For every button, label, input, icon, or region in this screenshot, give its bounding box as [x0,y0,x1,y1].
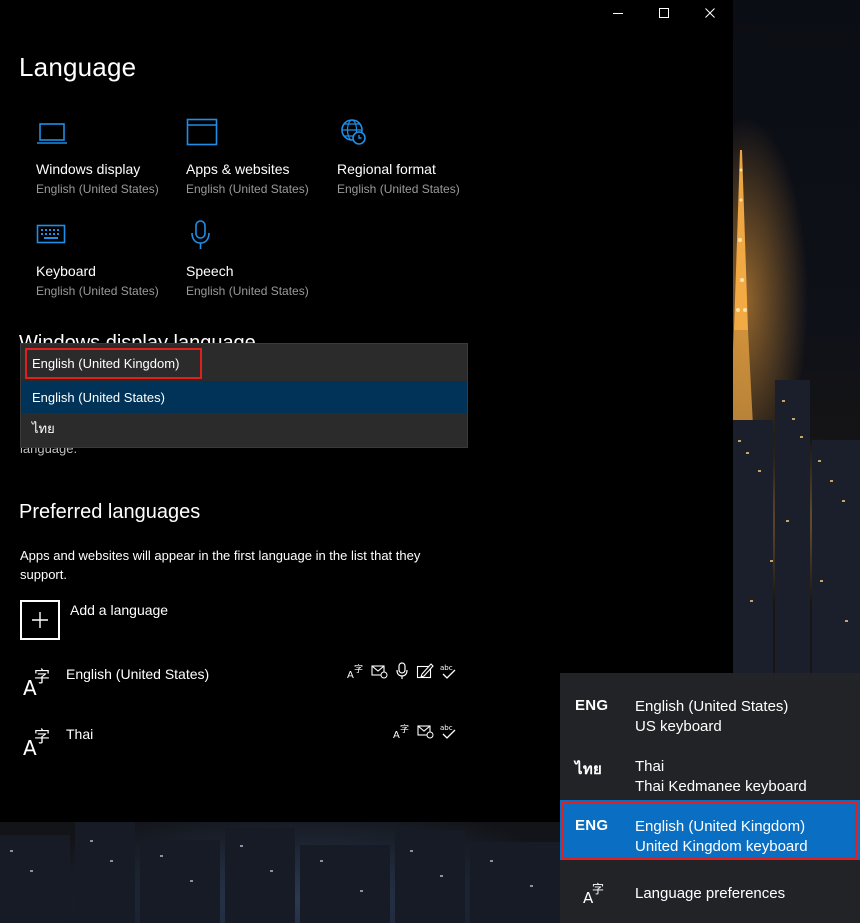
minimize-icon [613,13,623,14]
tile-label: Apps & websites [186,161,290,177]
language-glyph-icon: A 字 [582,879,608,907]
tile-label: Speech [186,263,234,279]
language-feature-icons: A字 abc [347,662,457,680]
input-method-keyboard: United Kingdom keyboard [635,838,808,855]
tile-value: English (United States) [36,182,159,196]
speech-recognition-icon [393,662,411,680]
browser-window-icon [186,117,218,149]
input-method-code: ENG [575,817,609,834]
close-button[interactable] [687,0,733,26]
svg-text:abc: abc [440,664,453,672]
dropdown-option[interactable]: ไทย [21,412,467,444]
input-method-item-active[interactable]: ENG English (United Kingdom) United King… [560,800,860,860]
plus-icon [32,612,48,628]
input-method-language: Thai [635,758,665,775]
input-method-code: ENG [575,697,609,714]
svg-text:字: 字 [34,667,50,686]
preferred-languages-description: Apps and websites will appear in the fir… [20,548,421,582]
page-title: Language [19,52,137,82]
tile-keyboard[interactable]: Keyboard English (United States) [36,219,186,309]
tile-label: Keyboard [36,263,96,279]
language-feature-icons: A字 abc [393,722,457,740]
tile-apps-websites[interactable]: Apps & websites English (United States) [186,117,336,207]
close-icon [705,8,715,18]
svg-text:abc: abc [440,724,453,732]
maximize-icon [659,8,669,18]
input-method-language: English (United Kingdom) [635,818,806,835]
tile-label: Windows display [36,161,141,177]
monitor-icon [36,117,68,149]
spelling-icon: abc [439,662,457,680]
text-to-speech-icon [416,722,434,740]
svg-text:字: 字 [34,727,50,746]
language-name: Thai [66,726,94,742]
globe-clock-icon [337,117,369,149]
spelling-icon: abc [439,722,457,740]
minimize-button[interactable] [595,0,641,26]
add-language-button[interactable] [20,600,60,640]
language-preferences-link[interactable]: A 字 Language preferences [560,870,860,920]
display-language-icon: A字 [393,722,411,740]
add-language-label[interactable]: Add a language [70,602,168,618]
text-to-speech-icon [370,662,388,680]
handwriting-icon [416,662,434,680]
input-method-item[interactable]: ไทย Thai Thai Kedmanee keyboard [560,740,860,800]
maximize-button[interactable] [641,0,687,26]
language-name: English (United States) [66,666,210,682]
dropdown-option-selected[interactable]: English (United States) [21,381,467,413]
preferred-language-item[interactable]: A 字 Thai A字 abc [20,722,465,772]
title-bar-controls [595,0,733,26]
tile-speech[interactable]: Speech English (United States) [186,219,336,309]
svg-text:字: 字 [354,663,363,675]
keyboard-icon [36,219,68,251]
tile-value: English (United States) [337,182,460,196]
tile-value: English (United States) [186,182,309,196]
input-method-code: ไทย [575,761,603,778]
tile-regional-format[interactable]: Regional format English (United States) [337,117,487,207]
preferred-languages-title: Preferred languages [19,501,201,523]
svg-text:A: A [347,670,354,680]
tile-windows-display[interactable]: Windows display English (United States) [36,117,186,207]
display-language-dropdown[interactable]: English (United Kingdom) English (United… [20,343,468,448]
microphone-icon [186,219,218,251]
tile-value: English (United States) [186,284,309,298]
svg-text:字: 字 [400,723,409,735]
display-language-icon: A字 [347,662,365,680]
input-method-item[interactable]: ENG English (United States) US keyboard [560,680,860,740]
input-language-flyout: ENG English (United States) US keyboard … [560,673,860,923]
language-glyph-icon: A 字 [20,662,56,700]
language-glyph-icon: A 字 [20,722,56,760]
dropdown-option[interactable]: English (United Kingdom) [21,347,467,379]
tile-label: Regional format [337,161,436,177]
preferred-language-item[interactable]: A 字 English (United States) A字 abc [20,662,465,712]
input-method-keyboard: Thai Kedmanee keyboard [635,778,807,795]
language-preferences-label: Language preferences [635,885,786,902]
input-method-keyboard: US keyboard [635,718,722,735]
svg-text:A: A [393,730,400,740]
svg-text:字: 字 [592,881,604,896]
input-method-language: English (United States) [635,698,789,715]
tile-value: English (United States) [36,284,159,298]
